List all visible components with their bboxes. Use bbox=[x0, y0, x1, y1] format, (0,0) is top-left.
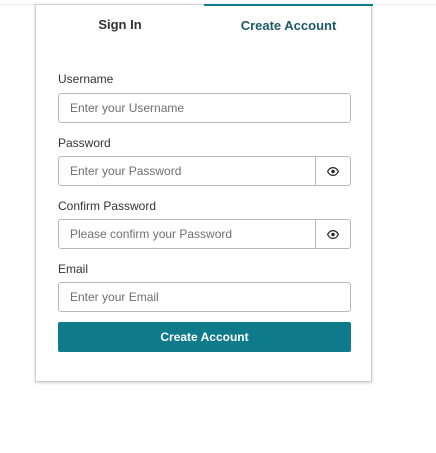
tab-create-account[interactable]: Create Account bbox=[204, 4, 373, 42]
auth-tabs: Sign In Create Account bbox=[36, 4, 373, 42]
email-input[interactable] bbox=[58, 282, 351, 312]
password-label: Password bbox=[58, 136, 111, 150]
confirm-password-label: Confirm Password bbox=[58, 199, 157, 213]
password-input[interactable] bbox=[58, 156, 316, 186]
auth-card: Sign In Create Account Username Password… bbox=[35, 4, 373, 382]
eye-icon bbox=[327, 229, 339, 239]
confirm-password-visibility-toggle[interactable] bbox=[316, 219, 351, 249]
email-label: Email bbox=[58, 262, 89, 276]
password-visibility-toggle[interactable] bbox=[316, 156, 351, 186]
eye-icon bbox=[327, 166, 339, 176]
tab-sign-in[interactable]: Sign In bbox=[36, 4, 204, 42]
username-label: Username bbox=[58, 72, 114, 86]
page: Sign In Create Account Username Password… bbox=[0, 0, 436, 453]
username-input[interactable] bbox=[58, 93, 351, 123]
create-account-button[interactable]: Create Account bbox=[58, 322, 351, 352]
confirm-password-input[interactable] bbox=[58, 219, 316, 249]
